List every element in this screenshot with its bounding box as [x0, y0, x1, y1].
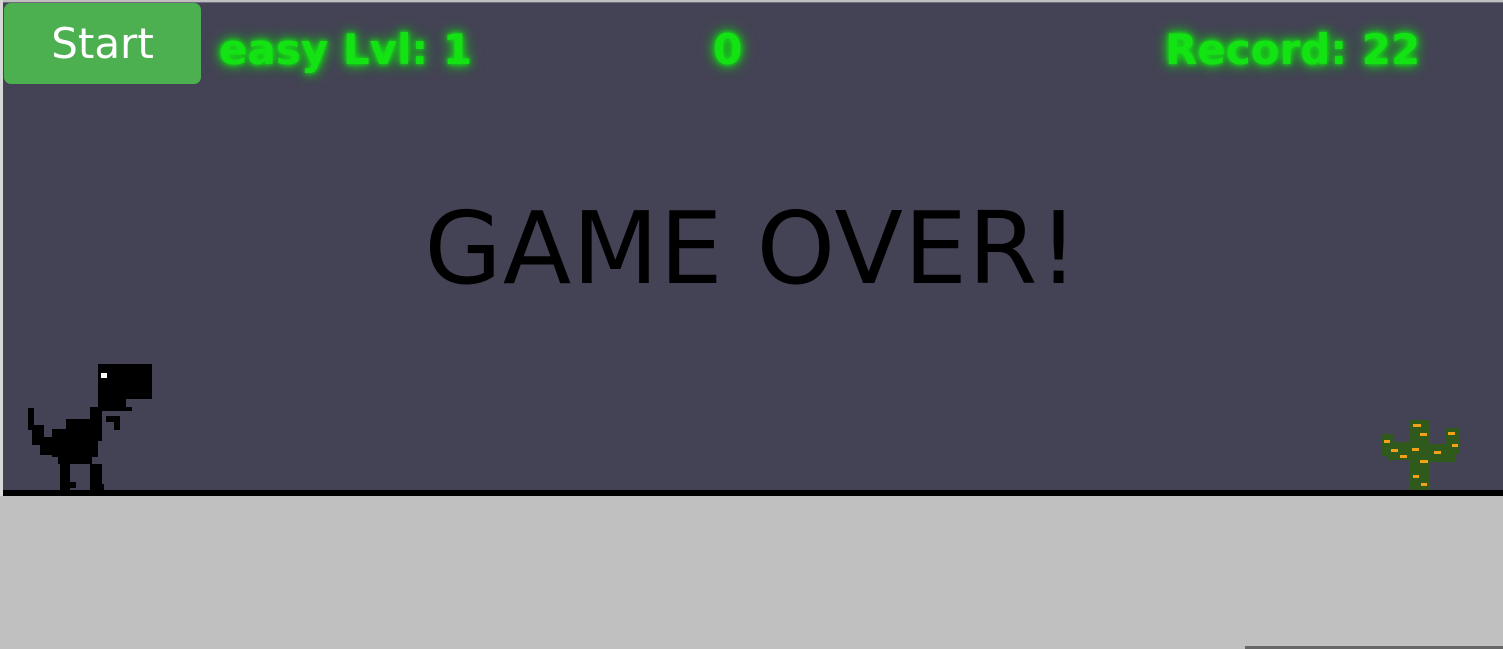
current-score: 0	[713, 25, 743, 74]
difficulty-level-text: easy Lvl: 1	[219, 25, 473, 74]
ground-line	[3, 490, 1503, 496]
game-screen: Start easy Lvl: 1 0 Record: 22 GAME OVER…	[0, 0, 1503, 649]
game-over-message: GAME OVER!	[424, 190, 1080, 307]
record-score: Record: 22	[1165, 25, 1421, 74]
t-rex-dino-icon	[28, 364, 152, 490]
start-button[interactable]: Start	[4, 3, 201, 84]
cactus-icon	[1382, 420, 1460, 490]
